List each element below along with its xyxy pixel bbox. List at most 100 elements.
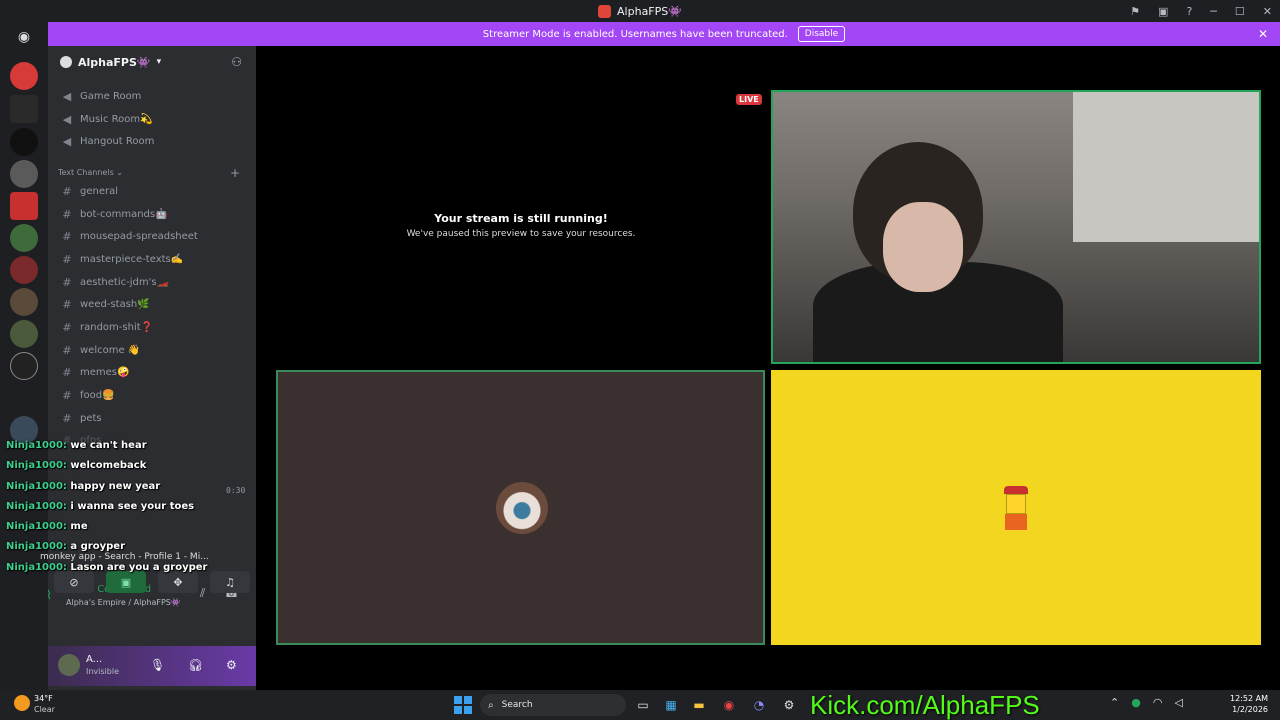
- server-icon-team[interactable]: [10, 128, 38, 156]
- taskbar-search[interactable]: ⌕ Search: [480, 694, 626, 716]
- channel-label: Hangout Room: [80, 135, 155, 147]
- chat-text: welcomeback: [70, 460, 147, 472]
- channel-welcome[interactable]: # welcome 👋: [58, 340, 248, 360]
- hash-icon: #: [62, 365, 72, 379]
- voice-channel-game-room[interactable]: ◀ Game Room: [58, 86, 248, 106]
- microphone-icon[interactable]: 🎙︎: [150, 658, 165, 672]
- user-panel: A... Invisible 🎙︎ 🎧︎ ⚙: [48, 646, 256, 686]
- windows-start-icon[interactable]: [454, 696, 472, 714]
- taskbar: 34°F Clear ⌕ Search ▭ ▦ ▬ ◉ ◔ ⚙ Kick.com…: [0, 690, 1280, 720]
- channel-masterpiece-texts[interactable]: # masterpiece-texts✍️: [58, 249, 248, 269]
- voice-location: Alpha's Empire / AlphaFPS👾: [66, 598, 181, 607]
- discord-taskbar-icon[interactable]: ◔: [750, 696, 768, 714]
- channel-random[interactable]: # random-shit❓: [58, 317, 248, 337]
- channel-label: Game Room: [80, 90, 142, 102]
- server-icon-fps[interactable]: [10, 95, 38, 123]
- hash-icon: #: [62, 388, 72, 402]
- server-icon-cult[interactable]: [10, 352, 38, 380]
- channel-label: general: [80, 185, 119, 197]
- webcam-stream-tile[interactable]: [771, 90, 1261, 364]
- server-header[interactable]: AlphaFPS👾 ▾ ⚇: [48, 46, 256, 78]
- chrome-icon[interactable]: ◉: [720, 696, 738, 714]
- server-icon-photo[interactable]: [10, 160, 38, 188]
- banner-text: Streamer Mode is enabled. Usernames have…: [482, 28, 788, 40]
- server-icon-1g[interactable]: [10, 192, 38, 220]
- search-icon: ⌕: [488, 699, 494, 711]
- add-channel-icon[interactable]: +: [230, 166, 240, 180]
- channel-mousepad-spreadsheet[interactable]: # mousepad-spreadsheet: [58, 226, 248, 246]
- voice-channel-music-room[interactable]: ◀ Music Room💫: [58, 109, 248, 129]
- category-text-channels[interactable]: Text Channels ⌄ +: [58, 166, 248, 180]
- tray-app-icon[interactable]: ●: [1131, 696, 1141, 709]
- system-clock[interactable]: 12:52 AM 1/2/2026: [1226, 693, 1268, 715]
- hash-icon: #: [62, 207, 72, 221]
- hash-icon: #: [62, 229, 72, 243]
- search-label: Search: [501, 700, 533, 710]
- server-icon-dark[interactable]: [10, 384, 38, 412]
- channel-label: bot-commands🤖: [80, 208, 168, 220]
- inbox-icon[interactable]: ⚑: [1130, 5, 1140, 18]
- discord-window: AlphaFPS👾 ⚑ ▣ ? ─ ☐ ✕ Streamer Mode is e…: [0, 0, 1280, 720]
- settings-taskbar-icon[interactable]: ⚙: [780, 696, 798, 714]
- hash-icon: #: [62, 320, 72, 334]
- channel-pets[interactable]: # pets: [58, 408, 248, 428]
- minimize-button[interactable]: ─: [1210, 5, 1217, 18]
- channel-label: mousepad-spreadsheet: [80, 230, 198, 242]
- server-icon-game[interactable]: [10, 320, 38, 348]
- channel-bot-commands[interactable]: # bot-commands🤖: [58, 204, 248, 224]
- speaker-icon: ◀: [62, 89, 72, 103]
- chat-message: Ninja1000: we can't hear: [6, 440, 256, 460]
- clock-time: 12:52 AM: [1230, 694, 1268, 703]
- settings-gear-icon[interactable]: ⚙: [226, 658, 237, 672]
- server-icon-worlds[interactable]: [10, 256, 38, 284]
- task-view-icon[interactable]: ▭: [634, 696, 652, 714]
- channel-memes[interactable]: # memes🤪: [58, 362, 248, 382]
- chat-message: Ninja1000: happy new year: [6, 481, 256, 501]
- chat-text: happy new year: [70, 480, 161, 492]
- server-icon-green[interactable]: [10, 224, 38, 252]
- maximize-button[interactable]: ☐: [1235, 5, 1245, 18]
- chat-user: Ninja1000:: [6, 440, 67, 451]
- weather-temp: 34°F: [34, 694, 53, 703]
- channel-general[interactable]: # general: [58, 181, 248, 201]
- server-icon-art[interactable]: [10, 288, 38, 316]
- channel-label: masterpiece-texts✍️: [80, 253, 184, 265]
- screen-icon[interactable]: ▣: [1158, 5, 1168, 18]
- server-rail: ◉: [0, 22, 48, 690]
- close-window-button[interactable]: ✕: [1263, 5, 1272, 18]
- channel-label: memes🤪: [80, 366, 130, 378]
- participant-tile-eye[interactable]: [276, 370, 765, 645]
- wifi-icon[interactable]: ◠: [1153, 696, 1163, 709]
- file-explorer-icon[interactable]: ▬: [690, 696, 708, 714]
- hash-icon: #: [62, 275, 72, 289]
- headphones-icon[interactable]: 🎧︎: [188, 658, 203, 672]
- help-icon[interactable]: ?: [1186, 5, 1192, 18]
- kick-overlay-text: Kick.com/AlphaFPS: [810, 690, 1040, 720]
- chat-overlay: Ninja1000: we can't hear Ninja1000: welc…: [6, 440, 256, 582]
- chevron-up-icon[interactable]: ⌃: [1110, 696, 1119, 709]
- volume-icon[interactable]: ◁: [1174, 696, 1182, 709]
- chat-message: Ninja1000: i wanna see your toes: [6, 501, 256, 521]
- voice-channel-hangout-room[interactable]: ◀ Hangout Room: [58, 131, 248, 151]
- channel-aesthetic-jdms[interactable]: # aesthetic-jdm's🏎️: [58, 272, 248, 292]
- hash-icon: #: [62, 411, 72, 425]
- invite-people-icon[interactable]: ⚇: [231, 55, 242, 69]
- hash-icon: #: [62, 184, 72, 198]
- channel-food[interactable]: # food🍔: [58, 385, 248, 405]
- avatar[interactable]: [58, 654, 80, 676]
- channel-weed-stash[interactable]: # weed-stash🌿: [58, 294, 248, 314]
- server-icon-alphafps[interactable]: [10, 62, 38, 90]
- disable-button[interactable]: Disable: [797, 26, 846, 42]
- chat-text: a groyper: [70, 541, 126, 553]
- paused-subtitle: We've paused this preview to save your r…: [406, 229, 636, 239]
- chat-user: Ninja1000:: [6, 500, 67, 512]
- weather-moon-icon[interactable]: [14, 695, 30, 711]
- speaker-icon: ◀: [62, 134, 72, 148]
- system-tray: ⌃ ● ◠ ◁: [1110, 696, 1183, 709]
- hash-icon: #: [62, 252, 72, 266]
- chat-user: Ninja1000:: [6, 480, 67, 492]
- store-icon[interactable]: ▦: [662, 696, 680, 714]
- participant-tile-yellow[interactable]: [771, 370, 1261, 645]
- banner-close-icon[interactable]: ✕: [1258, 27, 1268, 41]
- discord-home-icon[interactable]: ◉: [12, 28, 36, 46]
